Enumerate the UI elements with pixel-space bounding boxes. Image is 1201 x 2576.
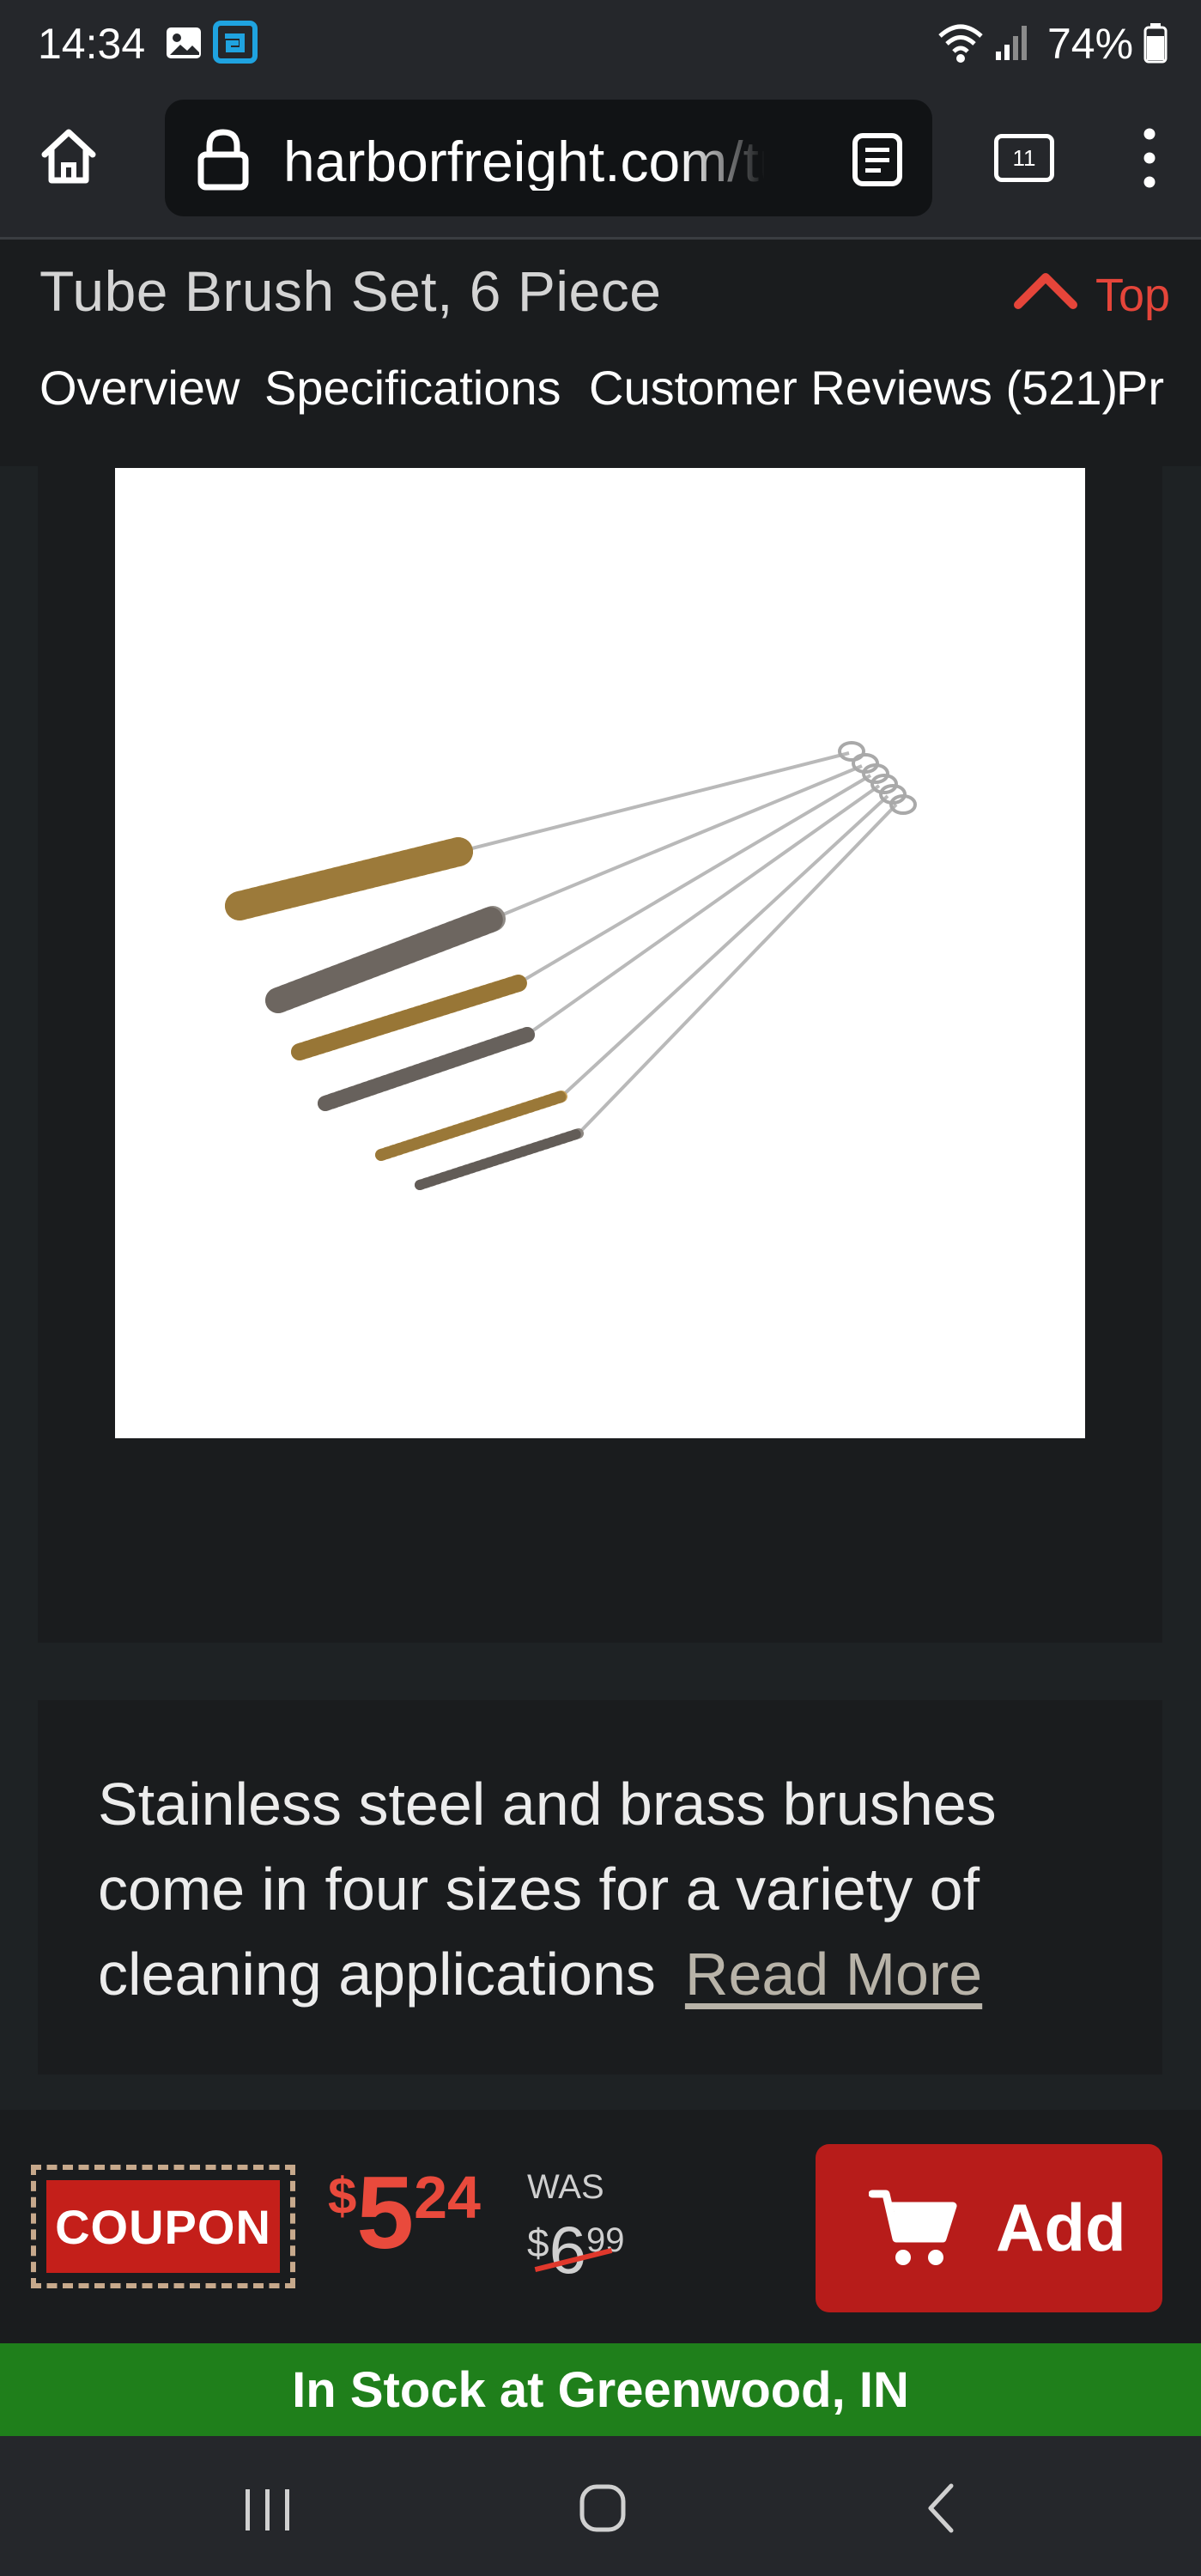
home-icon[interactable] — [38, 125, 100, 191]
product-image[interactable] — [115, 468, 1085, 1438]
add-button-label: Add — [996, 2190, 1126, 2265]
home-nav-icon[interactable] — [579, 2482, 627, 2538]
product-sticky-header: Tube Brush Set, 6 Piece Top Overview Spe… — [0, 240, 1201, 466]
address-bar[interactable]: harborfreight.com/tube-brush-set — [165, 100, 932, 216]
battery-icon — [1143, 22, 1168, 68]
lock-icon[interactable] — [196, 129, 251, 195]
battery-percent: 74% — [1047, 20, 1134, 68]
tube-brushes-illustration — [225, 741, 917, 1190]
app-badge-icon — [213, 21, 258, 68]
sticky-buy-bar: COUPON $524 WAS $699 Add — [0, 2110, 1201, 2343]
price-currency: $ — [328, 2167, 357, 2225]
product-title: Tube Brush Set, 6 Piece — [39, 259, 662, 323]
back-icon[interactable] — [924, 2482, 958, 2538]
was-currency: $ — [527, 2221, 549, 2265]
section-tabs: Overview Specifications Customer Reviews… — [0, 360, 1201, 454]
reader-mode-icon[interactable] — [852, 132, 903, 191]
was-dollars: 6 — [549, 2212, 586, 2287]
was-price: $699 — [527, 2211, 624, 2289]
tab-switcher-button[interactable]: 11 — [994, 134, 1054, 182]
product-description-card: Stainless steel and brass brushes come i… — [38, 1700, 1162, 2075]
tab-customer-reviews[interactable]: Customer Reviews (521) — [589, 360, 1118, 416]
system-navigation-bar — [0, 2436, 1201, 2576]
tab-specifications[interactable]: Specifications — [264, 360, 561, 416]
status-bar: 14:34 74% — [0, 0, 1201, 93]
image-icon — [165, 24, 203, 66]
stock-status-text: In Stock at Greenwood, IN — [292, 2361, 909, 2418]
tab-overview[interactable]: Overview — [39, 360, 240, 416]
tab-more-truncated[interactable]: Pr — [1116, 360, 1164, 416]
read-more-link[interactable]: Read More — [685, 1941, 982, 2008]
more-options-icon[interactable] — [1138, 127, 1161, 193]
tab-count: 11 — [1012, 144, 1036, 171]
signal-icon — [994, 22, 1030, 66]
recent-apps-icon[interactable] — [242, 2488, 294, 2537]
product-description: Stainless steel and brass brushes come i… — [98, 1762, 1111, 2017]
add-to-cart-button[interactable]: Add — [816, 2144, 1162, 2312]
status-time: 14:34 — [38, 20, 146, 68]
stock-status-bar[interactable]: In Stock at Greenwood, IN — [0, 2343, 1201, 2436]
coupon-label: COUPON — [46, 2180, 280, 2273]
price-cents: 24 — [414, 2164, 481, 2231]
sale-price: $524 — [328, 2153, 481, 2273]
wifi-icon — [937, 22, 984, 68]
cart-icon — [868, 2187, 958, 2274]
was-label: WAS — [527, 2168, 604, 2206]
browser-toolbar: harborfreight.com/tube-brush-set 11 — [0, 93, 1201, 240]
back-to-top-label: Top — [1095, 270, 1171, 321]
url-fade — [680, 117, 766, 203]
price-dollars: 5 — [356, 2155, 415, 2270]
chevron-up-icon — [1013, 269, 1078, 316]
coupon-badge[interactable]: COUPON — [31, 2165, 295, 2288]
